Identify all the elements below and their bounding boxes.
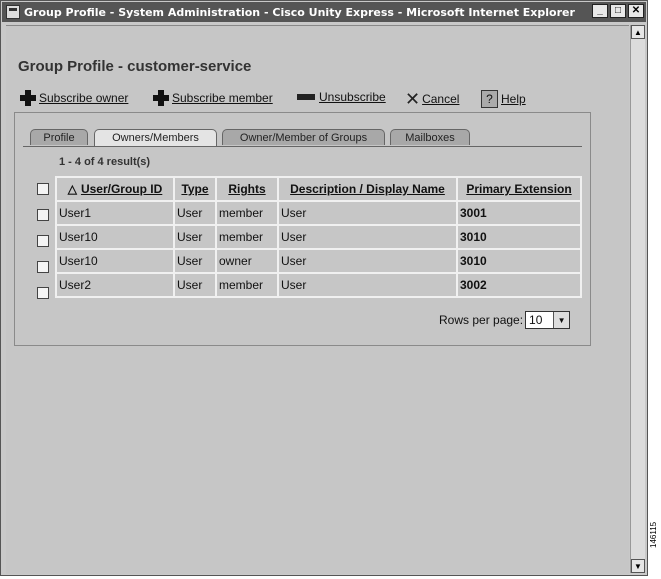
column-header-type[interactable]: Type bbox=[173, 176, 217, 202]
row-checkbox[interactable] bbox=[37, 235, 49, 247]
cell-user-id: User10 bbox=[55, 248, 175, 274]
tab-profile[interactable]: Profile bbox=[30, 129, 88, 145]
table-row: User2 User member User 3002 bbox=[55, 272, 582, 298]
cancel-button[interactable]: ✕ Cancel bbox=[405, 90, 459, 108]
help-button[interactable]: ? Help bbox=[481, 90, 526, 108]
page-title: Group Profile - customer-service bbox=[18, 58, 252, 75]
tab-owner-member-of-groups[interactable]: Owner/Member of Groups bbox=[222, 129, 385, 145]
tab-mailboxes[interactable]: Mailboxes bbox=[390, 129, 470, 145]
scroll-down-arrow-icon[interactable]: ▼ bbox=[631, 559, 645, 573]
cell-type: User bbox=[173, 224, 217, 250]
close-icon: ✕ bbox=[405, 89, 421, 109]
table-row: User1 User member User 3001 bbox=[55, 200, 582, 226]
ie-window-icon bbox=[6, 5, 20, 19]
table-header-row: △ User/Group ID Type Rights Description /… bbox=[55, 176, 582, 202]
subscribe-member-label: Subscribe member bbox=[172, 91, 273, 105]
vertical-scrollbar[interactable]: ▲ ▼ bbox=[630, 25, 645, 573]
cell-description: User bbox=[277, 248, 458, 274]
cell-extension: 3002 bbox=[456, 272, 582, 298]
column-header-user-group-id[interactable]: △ User/Group ID bbox=[55, 176, 175, 202]
subscribe-owner-button[interactable]: Subscribe owner bbox=[20, 90, 128, 106]
tab-label: Owners/Members bbox=[112, 132, 199, 144]
help-icon: ? bbox=[481, 90, 498, 108]
subscribe-member-button[interactable]: Subscribe member bbox=[153, 90, 273, 106]
cell-type: User bbox=[173, 272, 217, 298]
rows-per-page-select[interactable]: 10 ▼ bbox=[525, 311, 571, 329]
subscribe-owner-label: Subscribe owner bbox=[39, 91, 129, 105]
help-label: Help bbox=[501, 92, 526, 106]
select-all-checkbox[interactable] bbox=[37, 183, 49, 195]
cell-user-id: User10 bbox=[55, 224, 175, 250]
cancel-label: Cancel bbox=[422, 92, 460, 106]
browser-window: Group Profile - System Administration - … bbox=[0, 0, 648, 576]
close-window-button[interactable]: ✕ bbox=[628, 4, 644, 18]
cell-extension: 3010 bbox=[456, 224, 582, 250]
figure-code: 146115 bbox=[649, 521, 658, 548]
table-row: User10 User owner User 3010 bbox=[55, 248, 582, 274]
row-checkbox[interactable] bbox=[37, 287, 49, 299]
members-table: △ User/Group ID Type Rights Description /… bbox=[55, 176, 582, 298]
cell-description: User bbox=[277, 224, 458, 250]
plus-icon bbox=[20, 90, 36, 106]
window-title: Group Profile - System Administration - … bbox=[24, 5, 575, 19]
column-header-rights[interactable]: Rights bbox=[215, 176, 279, 202]
cell-description: User bbox=[277, 272, 458, 298]
column-header-primary-extension[interactable]: Primary Extension bbox=[456, 176, 582, 202]
row-checkbox[interactable] bbox=[37, 209, 49, 221]
tab-owners-members[interactable]: Owners/Members bbox=[94, 129, 217, 146]
plus-icon bbox=[153, 90, 169, 106]
cell-type: User bbox=[173, 248, 217, 274]
tab-divider bbox=[23, 146, 582, 147]
unsubscribe-button[interactable]: Unsubscribe bbox=[297, 90, 386, 104]
table-row: User10 User member User 3010 bbox=[55, 224, 582, 250]
results-count: 1 - 4 of 4 result(s) bbox=[59, 156, 151, 168]
sort-ascending-icon: △ bbox=[67, 182, 77, 196]
cell-extension: 3001 bbox=[456, 200, 582, 226]
column-header-label: User/Group ID bbox=[80, 182, 163, 196]
minus-icon bbox=[297, 94, 315, 100]
rows-per-page-label: Rows per page: bbox=[439, 313, 524, 327]
cell-type: User bbox=[173, 200, 217, 226]
minimize-button[interactable]: _ bbox=[592, 4, 608, 18]
unsubscribe-label: Unsubscribe bbox=[319, 90, 386, 104]
title-bar: Group Profile - System Administration - … bbox=[2, 2, 646, 22]
chevron-down-icon[interactable]: ▼ bbox=[553, 312, 570, 328]
cell-description: User bbox=[277, 200, 458, 226]
cell-user-id: User1 bbox=[55, 200, 175, 226]
cell-rights: member bbox=[215, 272, 279, 298]
tab-label: Owner/Member of Groups bbox=[239, 131, 368, 144]
cell-user-id: User2 bbox=[55, 272, 175, 298]
rows-per-page-control: Rows per page: 10 ▼ bbox=[439, 311, 571, 329]
row-checkbox[interactable] bbox=[37, 261, 49, 273]
tab-label: Profile bbox=[43, 131, 75, 144]
page-content: Group Profile - customer-service Subscri… bbox=[6, 25, 629, 574]
cell-rights: member bbox=[215, 200, 279, 226]
column-header-description[interactable]: Description / Display Name bbox=[277, 176, 458, 202]
scroll-up-arrow-icon[interactable]: ▲ bbox=[631, 25, 645, 39]
cell-extension: 3010 bbox=[456, 248, 582, 274]
rows-per-page-value: 10 bbox=[529, 313, 543, 327]
tab-label: Mailboxes bbox=[405, 131, 455, 144]
cell-rights: owner bbox=[215, 248, 279, 274]
cell-rights: member bbox=[215, 224, 279, 250]
maximize-button[interactable]: □ bbox=[610, 4, 626, 18]
